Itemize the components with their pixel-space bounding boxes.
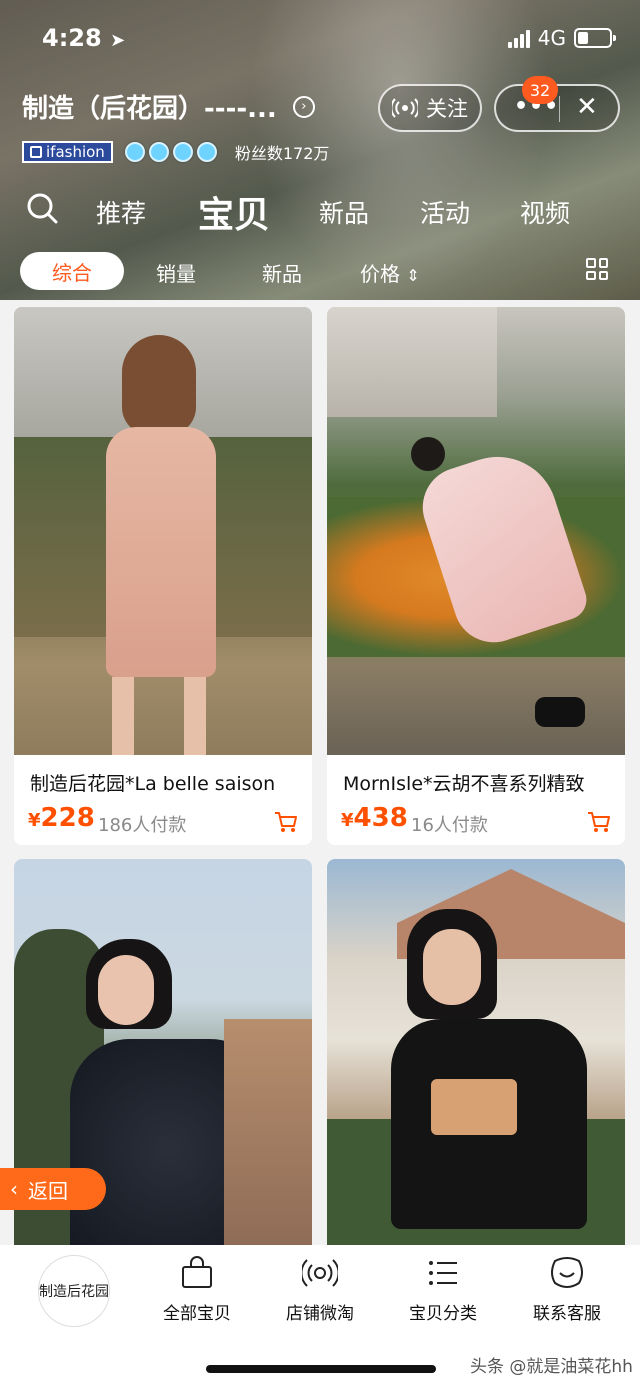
- sort-arrows-icon: ⇕: [406, 266, 420, 285]
- diamond-icon: [124, 142, 145, 162]
- list-icon: [429, 1261, 457, 1285]
- product-image: [327, 859, 625, 1259]
- status-indicators: 4G: [507, 26, 616, 50]
- status-time: 4:28 ➤: [42, 24, 126, 52]
- broadcast-icon: [392, 98, 418, 118]
- pink-dress-shape: [106, 427, 216, 677]
- product-card[interactable]: MornIsle*云胡不喜系列精致 ¥ 438 16人付款: [327, 307, 625, 845]
- wall-shape: [224, 1019, 312, 1259]
- product-card[interactable]: [327, 859, 625, 1259]
- status-bar: 4:28 ➤ 4G: [0, 0, 640, 76]
- bottom-item-customer-service[interactable]: 联系客服: [512, 1255, 622, 1324]
- capsule-divider: [559, 96, 560, 122]
- leg-shape: [112, 677, 134, 755]
- store-nav-tabs: 推荐 宝贝 新品 活动 视频: [0, 186, 640, 236]
- product-price: ¥ 228: [28, 803, 95, 833]
- bottom-item-all-products[interactable]: 全部宝贝: [142, 1255, 252, 1324]
- product-title: 制造后花园*La belle saison: [30, 773, 276, 795]
- model-hair: [122, 335, 196, 435]
- shop-name: 制造（后花园）----...: [22, 94, 277, 124]
- battery-icon: [574, 28, 616, 48]
- model-face: [98, 955, 154, 1025]
- tab-activity[interactable]: 活动: [420, 194, 470, 230]
- filter-comprehensive[interactable]: 综合: [20, 252, 124, 290]
- tab-new[interactable]: 新品: [319, 194, 369, 230]
- tab-products[interactable]: 宝贝: [198, 186, 270, 238]
- signal-icon: [507, 28, 530, 48]
- bottom-item-shop-feed[interactable]: 店铺微淘: [265, 1255, 375, 1324]
- fans-count: 粉丝数172万: [234, 144, 330, 163]
- notification-badge: 32: [522, 76, 558, 104]
- chevron-left-icon: ‹: [10, 1177, 18, 1201]
- back-button[interactable]: ‹ 返回: [0, 1168, 106, 1210]
- shop-logo[interactable]: 制造后花园: [38, 1255, 110, 1327]
- filter-price[interactable]: 价格 ⇕: [360, 258, 420, 287]
- product-card[interactable]: 制造后花园*La belle saison ¥ 228 186人付款: [14, 307, 312, 845]
- follow-button[interactable]: 关注: [378, 84, 482, 132]
- tab-video[interactable]: 视频: [520, 194, 570, 230]
- leg-shape: [184, 677, 206, 755]
- filter-new[interactable]: 新品: [262, 258, 302, 287]
- search-icon[interactable]: [26, 192, 58, 224]
- bottom-item-categories[interactable]: 宝贝分类: [388, 1255, 498, 1324]
- shop-meta-row: ifashion 粉丝数172万: [22, 140, 329, 164]
- product-sold-count: 16人付款: [411, 815, 488, 836]
- filter-sales[interactable]: 销量: [156, 258, 196, 287]
- diamond-icon: [148, 142, 169, 162]
- close-icon[interactable]: ✕: [576, 92, 598, 122]
- basket-print-shape: [431, 1079, 517, 1135]
- tab-recommend[interactable]: 推荐: [96, 194, 146, 230]
- broadcast-icon: [302, 1259, 338, 1287]
- product-sold-count: 186人付款: [98, 815, 187, 836]
- building-shape: [327, 307, 497, 417]
- model-face: [423, 929, 481, 1005]
- product-title: MornIsle*云胡不喜系列精致: [343, 773, 585, 795]
- ifashion-badge: ifashion: [22, 141, 113, 163]
- cart-icon[interactable]: [587, 811, 611, 833]
- product-image: [14, 307, 312, 755]
- shop-rating-diamonds: [124, 142, 217, 162]
- bag-icon: [182, 1256, 212, 1288]
- model-head: [411, 437, 445, 471]
- diamond-icon: [172, 142, 193, 162]
- location-arrow-icon: ➤: [110, 30, 126, 51]
- product-price: ¥ 438: [341, 803, 408, 833]
- shoes-shape: [535, 697, 585, 727]
- chevron-right-icon[interactable]: ›: [292, 95, 315, 118]
- chat-face-icon: [551, 1257, 583, 1288]
- shop-title-row[interactable]: 制造（后花园）----... ›: [22, 88, 315, 125]
- network-label: 4G: [537, 26, 566, 50]
- product-image: [327, 307, 625, 755]
- cart-icon[interactable]: [274, 811, 298, 833]
- watermark-text: 头条 @就是油菜花hh: [470, 1357, 633, 1377]
- sort-filter-bar: 综合 销量 新品 价格 ⇕: [0, 250, 640, 292]
- home-indicator[interactable]: [206, 1365, 436, 1373]
- diamond-icon: [196, 142, 217, 162]
- grid-view-icon[interactable]: [586, 258, 608, 280]
- ifashion-logo-icon: [30, 146, 42, 158]
- follow-label: 关注: [426, 97, 468, 121]
